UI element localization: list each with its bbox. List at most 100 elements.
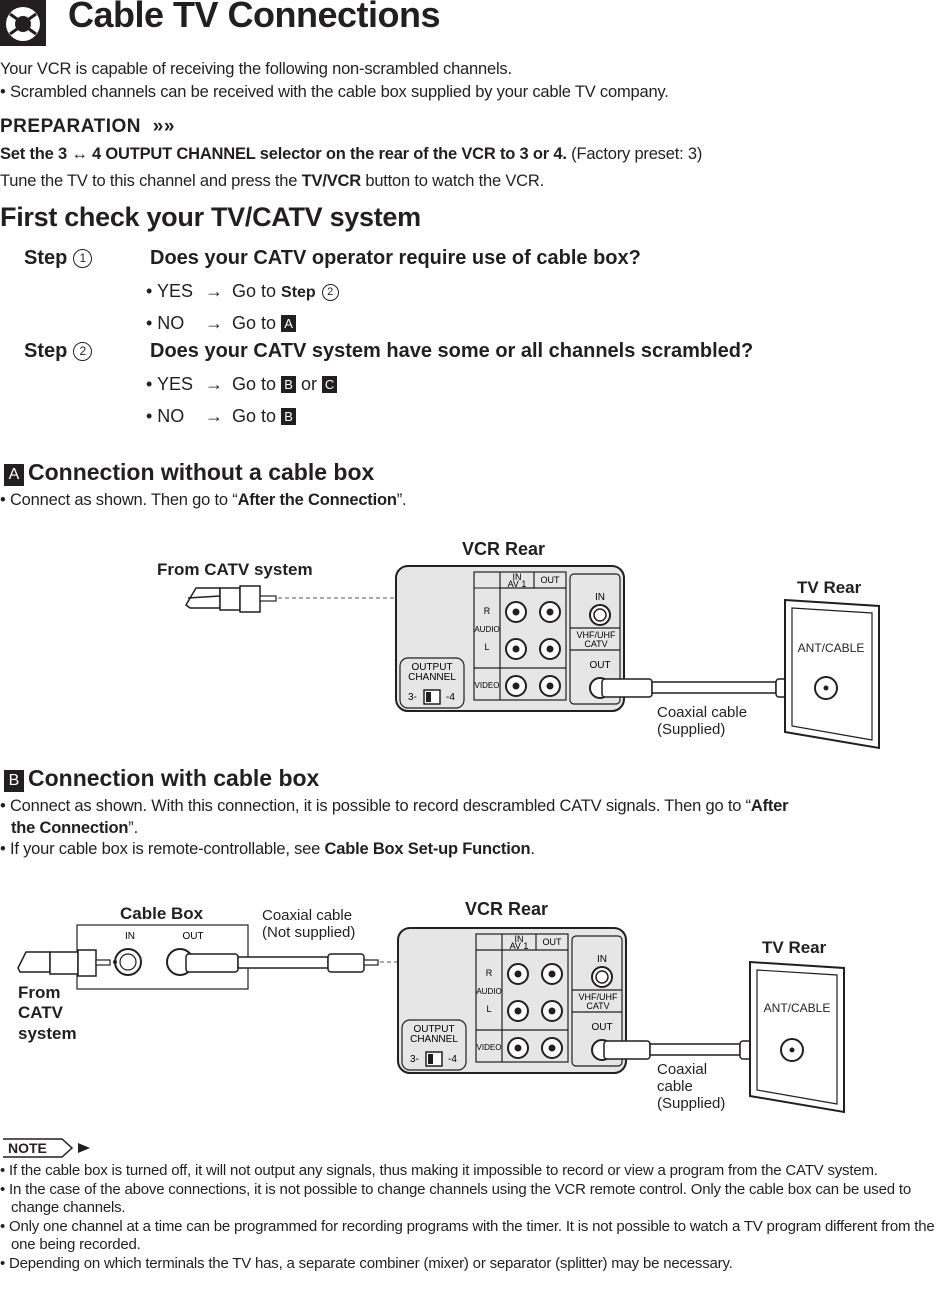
page-title: Cable TV Connections [68, 0, 441, 35]
vcr-rear-label: VCR Rear [465, 899, 548, 919]
note-item: • If the cable box is turned off, it wil… [0, 1162, 878, 1179]
coax-cable-label: Coaxial cable [657, 704, 747, 721]
tv-rear-label: TV Rear [797, 578, 862, 597]
step-word: Step [24, 247, 68, 269]
audio-label: AUDIO [474, 625, 499, 634]
goto-section-a-badge[interactable]: A [281, 315, 297, 332]
channel-3-label: 3- [410, 1054, 419, 1065]
text: • Connect as shown. With this connection… [0, 797, 751, 815]
preparation-line-1: Set the 3 ↔ 4 OUTPUT CHANNEL selector on… [0, 145, 702, 164]
step-word: Step [24, 340, 68, 362]
ant-cable-label: ANT/CABLE [764, 1001, 831, 1015]
section-b-badge: B [4, 770, 24, 792]
from-catv-label: CATV [18, 1003, 64, 1022]
section-b-bullet-2: • If your cable box is remote-controllab… [0, 840, 535, 859]
text: • If your cable box is remote-controllab… [0, 840, 325, 858]
av1-label: AV 1 [508, 579, 527, 589]
note-item: • In the case of the above connections, … [0, 1180, 911, 1217]
answer: • NO [146, 406, 185, 426]
text: button to watch the VCR. [360, 172, 544, 190]
audio-r-label: R [484, 606, 491, 616]
cable-box-setup-link[interactable]: Cable Box Set-up Function [325, 840, 531, 858]
rf-out-label: OUT [591, 1022, 612, 1033]
from-catv-label: system [18, 1024, 77, 1043]
step-2-option-no: • NO → Go to B [146, 406, 297, 427]
catv-plug-icon [185, 585, 277, 613]
out-label: OUT [541, 575, 561, 585]
catv-label: CATV [586, 1001, 609, 1011]
coax-cable-label: cable [657, 1078, 693, 1095]
section-b-heading: B Connection with cable box [4, 765, 319, 792]
channel-3-label: 3- [408, 692, 417, 703]
from-catv-label: From [18, 983, 61, 1002]
first-check-heading: First check your TV/CATV system [0, 202, 421, 232]
note-arrow-icon [78, 1143, 90, 1153]
coax-supplied-label: (Supplied) [657, 1095, 725, 1112]
note-badge: NOTE [2, 1138, 92, 1163]
channel-4-label: -4 [446, 692, 455, 703]
answer: • NO [146, 313, 185, 333]
ant-cable-label: ANT/CABLE [798, 641, 865, 655]
preparation-heading: PREPARATION »» [0, 116, 175, 138]
note-list: • If the cable box is turned off, it wil… [0, 1162, 939, 1273]
av1-label: AV 1 [510, 941, 529, 951]
section-a-badge: A [4, 464, 24, 486]
cable-box-in-label: IN [125, 931, 135, 942]
coax-cable-label: Coaxial [657, 1061, 707, 1078]
step-1-option-no: • NO → Go to A [146, 313, 297, 334]
vcr-rear-panel: OUTPUT CHANNEL 3- -4 IN AV 1 OUT R AUDIO… [395, 565, 625, 712]
video-label: VIDEO [477, 1043, 502, 1052]
audio-label: AUDIO [476, 987, 501, 996]
intro-bullet: • Scrambled channels can be received wit… [0, 83, 669, 101]
goto-section-c-badge[interactable]: C [322, 376, 338, 393]
rf-in-jack[interactable] [589, 604, 611, 626]
output-channel-label: CHANNEL [408, 672, 456, 683]
video-label: VIDEO [475, 681, 500, 690]
goto-text: Go to [232, 313, 282, 333]
goto-section-b-badge[interactable]: B [281, 376, 297, 393]
output-channel-label: CHANNEL [410, 1034, 458, 1045]
step-1-option-yes: • YES → Go to Step 2 [146, 281, 339, 302]
chevrons-icon: »» [152, 116, 175, 137]
cable-box-out-label: OUT [182, 931, 203, 942]
arrow-icon: → [205, 281, 223, 301]
section-b-title: Connection with cable box [28, 765, 320, 791]
after-connection-link[interactable]: the Connection [11, 819, 128, 837]
vcr-rear-label: VCR Rear [462, 539, 545, 559]
step-2-question: Does your CATV system have some or all c… [150, 340, 754, 362]
tv-rear-label: TV Rear [762, 938, 827, 957]
step-2-label: Step 2 [24, 340, 93, 363]
lifebuoy-icon [0, 0, 46, 46]
step-number-circle: 1 [73, 249, 93, 268]
step-number-circle: 2 [73, 342, 93, 361]
section-b-bullet-1-cont: the Connection”. [11, 819, 138, 838]
after-connection-link[interactable]: After the Connection [238, 491, 397, 509]
diagram-a: From CATV system VCR Rear TV Rear OUTPUT… [157, 539, 880, 750]
text: . [530, 840, 535, 858]
arrow-icon: → [205, 374, 223, 394]
after-connection-link[interactable]: After [751, 797, 789, 815]
out-label: OUT [543, 937, 563, 947]
rf-out-label: OUT [589, 660, 610, 671]
preparation-instruction: Set the 3 ↔ 4 OUTPUT CHANNEL selector on… [0, 145, 567, 163]
arrow-icon: → [205, 406, 223, 426]
catv-plug-icon [17, 949, 111, 977]
coax-not-supplied-label: Coaxial cable [262, 907, 352, 924]
goto-section-b-badge[interactable]: B [281, 408, 297, 425]
note-label: NOTE [8, 1140, 47, 1156]
step-number-circle: 2 [321, 284, 339, 301]
vcr-rear-panel: OUTPUT CHANNEL 3- -4 IN AV 1 OUT R AUDIO… [397, 927, 627, 1074]
audio-r-label: R [486, 968, 493, 978]
diagram-b: Cable Box Coaxial cable (Not supplied) V… [17, 899, 845, 1114]
rf-in-label: IN [597, 954, 607, 965]
cable-box-label: Cable Box [120, 904, 204, 923]
rf-in-jack[interactable] [591, 966, 613, 988]
answer: • YES [146, 281, 193, 301]
text: ”. [128, 819, 138, 837]
note-item: • Depending on which terminals the TV ha… [0, 1254, 733, 1272]
goto-step-link[interactable]: Step [281, 284, 316, 301]
goto-text: Go to [232, 374, 282, 394]
or-text: or [301, 374, 318, 394]
arrow-icon: → [205, 313, 223, 333]
step-2-option-yes: • YES → Go to B or C [146, 374, 338, 395]
